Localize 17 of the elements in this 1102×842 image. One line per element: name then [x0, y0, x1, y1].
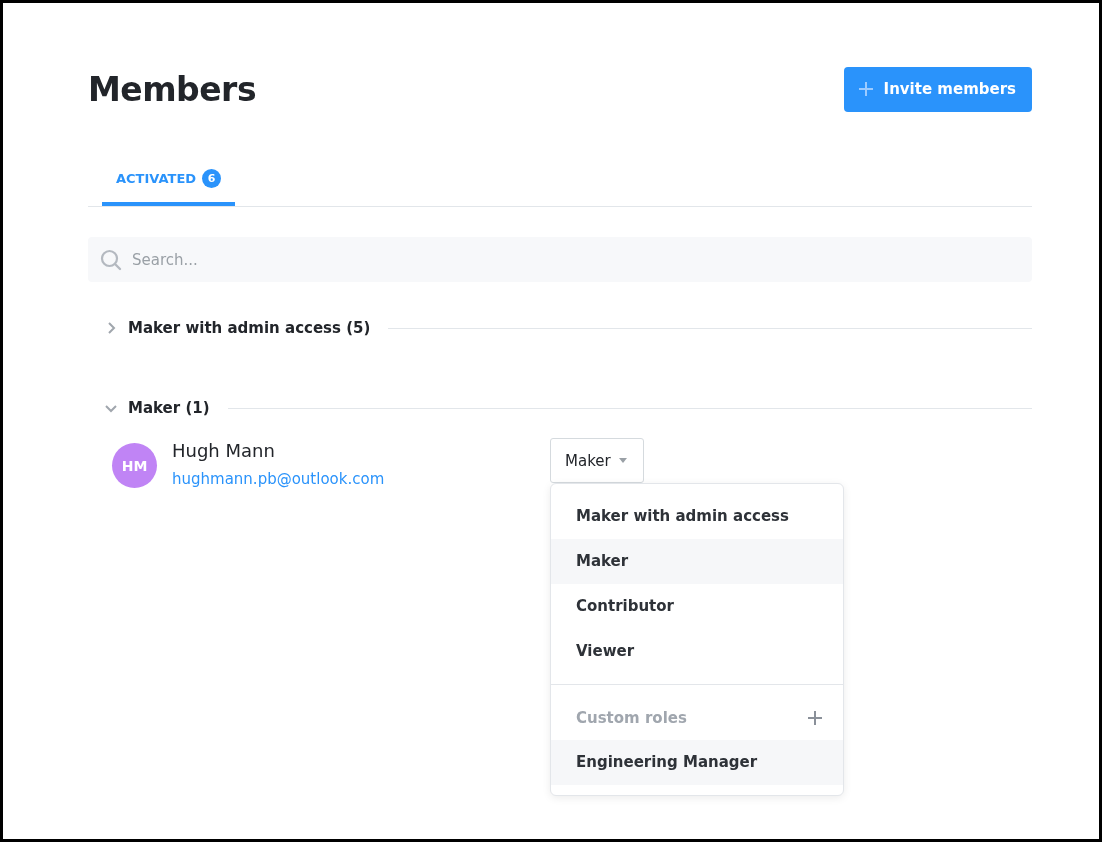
- role-dropdown[interactable]: Maker: [550, 438, 644, 483]
- page-title: Members: [88, 69, 257, 109]
- role-option[interactable]: Engineering Manager: [551, 740, 843, 785]
- count-badge: 6: [202, 169, 222, 188]
- section-heading: Custom roles: [576, 708, 687, 727]
- role-option[interactable]: Maker with admin access: [551, 494, 843, 539]
- add-icon[interactable]: [807, 709, 823, 726]
- plus-icon: [857, 81, 874, 97]
- role-option[interactable]: Contributor: [551, 584, 843, 629]
- caret-icon: [618, 458, 627, 463]
- group-heading: Maker (1): [128, 399, 210, 417]
- role-option[interactable]: Maker: [551, 539, 843, 584]
- role-option[interactable]: Viewer: [551, 629, 843, 674]
- group-heading: Maker with admin access (5): [128, 319, 371, 337]
- search-field[interactable]: Search...: [88, 237, 1032, 282]
- avatar: HM: [112, 443, 157, 488]
- member-name: Hugh Mann: [172, 439, 276, 463]
